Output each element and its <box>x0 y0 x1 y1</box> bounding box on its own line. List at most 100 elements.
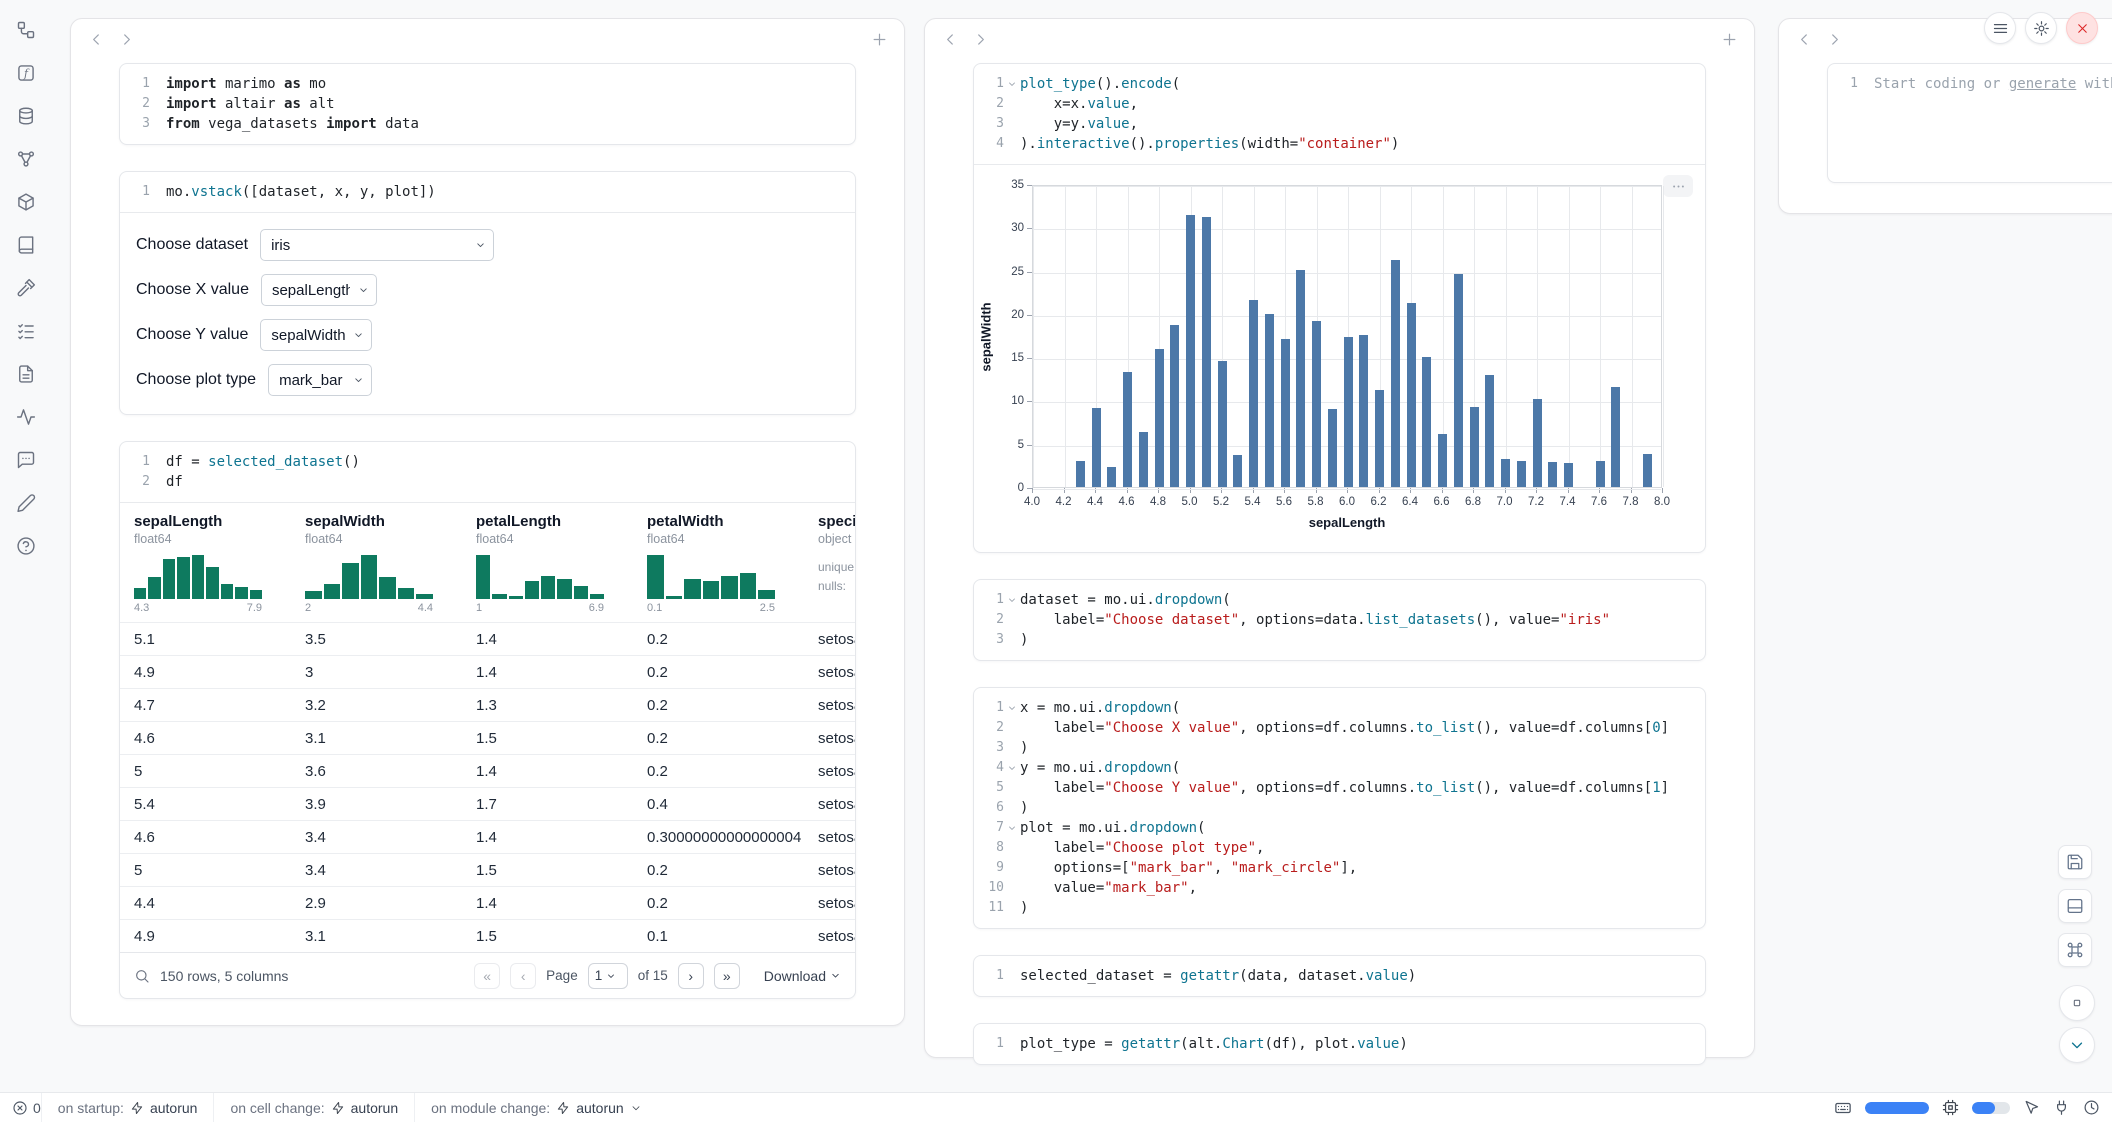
panel-button-checklist[interactable] <box>8 313 44 349</box>
move-column-left-button[interactable] <box>83 26 109 52</box>
keyboard-shortcuts-button[interactable] <box>1834 1099 1852 1117</box>
on-startup-autorun-button[interactable]: on startup: autorun <box>41 1093 214 1122</box>
command-palette-button[interactable] <box>2058 933 2092 967</box>
table-cell: 5.1 <box>134 631 305 648</box>
panel-button-database[interactable] <box>8 98 44 134</box>
column-header[interactable]: sepalWidthfloat6424.4 <box>305 513 476 614</box>
plot-type-select[interactable]: mark_bar <box>268 364 372 396</box>
first-page-button[interactable]: « <box>474 963 500 989</box>
move-column-left-button[interactable] <box>1791 26 1817 52</box>
code-editor[interactable]: 1x = mo.ui.dropdown(2 label="Choose X va… <box>974 688 1705 928</box>
scroll-to-bottom-button[interactable] <box>2059 1027 2095 1063</box>
generate-with-ai-link[interactable]: generate <box>2009 76 2076 92</box>
on-cell-change-autorun-button[interactable]: on cell change: autorun <box>213 1093 414 1122</box>
panel-button-package[interactable] <box>8 184 44 220</box>
table-row[interactable]: 4.42.91.40.2setosa <box>120 886 855 919</box>
y-value-select[interactable]: sepalWidth <box>260 319 372 351</box>
chart-menu-button[interactable] <box>1663 175 1693 197</box>
connection-button[interactable] <box>2053 1099 2070 1116</box>
code-editor[interactable]: 1import marimo as mo2import altair as al… <box>120 64 855 144</box>
panel-button-document[interactable] <box>8 356 44 392</box>
zap-icon <box>130 1101 144 1115</box>
line-number: 2 <box>978 718 1004 738</box>
table-row[interactable]: 4.63.11.50.2setosa <box>120 721 855 754</box>
toggle-panel-button[interactable] <box>2058 889 2092 923</box>
on-module-change-autorun-button[interactable]: on module change: autorun <box>414 1093 658 1122</box>
table-cell: 1.4 <box>476 763 647 780</box>
save-layout-button[interactable] <box>2058 845 2092 879</box>
column-header[interactable]: petalWidthfloat640.12.5 <box>647 513 818 614</box>
errors-button[interactable]: 0 <box>12 1100 41 1116</box>
fold-gutter <box>1004 966 1020 986</box>
move-column-left-button[interactable] <box>937 26 963 52</box>
column-header[interactable]: sepalLengthfloat644.37.9 <box>134 513 305 614</box>
notebook-column-3: 1Start coding or generate with AI <box>1778 18 2112 214</box>
code-editor[interactable]: 1mo.vstack([dataset, x, y, plot]) <box>120 172 855 212</box>
last-page-button[interactable]: » <box>714 963 740 989</box>
histogram-bar <box>574 586 588 599</box>
page-select[interactable]: 1 <box>588 963 628 989</box>
panel-button-tools[interactable] <box>8 270 44 306</box>
table-row[interactable]: 4.931.40.2setosa <box>120 655 855 688</box>
panel-button-workflow[interactable] <box>8 12 44 48</box>
interrupt-button[interactable] <box>2059 985 2095 1021</box>
column-name: petalLength <box>476 513 637 530</box>
table-cell: 3 <box>305 664 476 681</box>
fold-chevron-icon[interactable] <box>1004 758 1020 778</box>
table-row[interactable]: 4.63.41.40.30000000000000004setosa <box>120 820 855 853</box>
table-row[interactable]: 53.61.40.2setosa <box>120 754 855 787</box>
column-header[interactable]: speciesobjectunique:nulls: <box>818 513 855 614</box>
add-cell-button[interactable] <box>866 26 892 52</box>
move-column-right-button[interactable] <box>967 26 993 52</box>
dataset-select[interactable]: iris <box>260 229 494 261</box>
fold-chevron-icon[interactable] <box>1004 818 1020 838</box>
table-row[interactable]: 4.73.21.30.2setosa <box>120 688 855 721</box>
history-button[interactable] <box>2083 1099 2100 1116</box>
fold-chevron-icon[interactable] <box>1004 590 1020 610</box>
line-number: 5 <box>978 778 1004 798</box>
panel-button-chat[interactable] <box>8 442 44 478</box>
on-cell-change-label: on cell change: <box>230 1100 324 1116</box>
histogram-bar <box>235 587 247 599</box>
fold-gutter <box>1004 1034 1020 1054</box>
panel-button-activity[interactable] <box>8 399 44 435</box>
panel-button-graph[interactable] <box>8 141 44 177</box>
table-row[interactable]: 53.41.50.2setosa <box>120 853 855 886</box>
table-search-button[interactable] <box>134 968 150 984</box>
table-cell: 4.9 <box>134 664 305 681</box>
zap-icon <box>331 1101 345 1115</box>
panel-button-pencil[interactable] <box>8 485 44 521</box>
ai-pointer-button[interactable] <box>2023 1099 2040 1116</box>
code-editor[interactable]: 1plot_type().encode(2 x=x.value,3 y=y.va… <box>974 64 1705 164</box>
window-controls <box>1984 12 2098 44</box>
panel-button-book[interactable] <box>8 227 44 263</box>
code-text: plot = mo.ui.dropdown( <box>1020 818 1205 838</box>
table-row[interactable]: 4.93.11.50.1setosa <box>120 919 855 952</box>
code-editor[interactable]: 1df = selected_dataset()2df <box>120 442 855 502</box>
code-editor[interactable]: 1plot_type = getattr(alt.Chart(df), plot… <box>974 1024 1705 1064</box>
cell: 1Start coding or generate with AI <box>1827 63 2112 183</box>
fold-chevron-icon[interactable] <box>1004 74 1020 94</box>
line-number: 9 <box>978 858 1004 878</box>
move-column-right-button[interactable] <box>113 26 139 52</box>
settings-button[interactable] <box>2025 12 2057 44</box>
panel-button-functions[interactable]: f <box>8 55 44 91</box>
code-editor[interactable]: 1dataset = mo.ui.dropdown(2 label="Choos… <box>974 580 1705 660</box>
histogram-bar <box>361 555 378 599</box>
next-page-button[interactable]: › <box>678 963 704 989</box>
x-value-select[interactable]: sepalLength <box>261 274 377 306</box>
add-cell-button[interactable] <box>1716 26 1742 52</box>
panel-button-help[interactable] <box>8 528 44 564</box>
move-column-right-button[interactable] <box>1821 26 1847 52</box>
notebook-menu-button[interactable] <box>1984 12 2016 44</box>
table-row[interactable]: 5.13.51.40.2setosa <box>120 622 855 655</box>
column-header[interactable]: petalLengthfloat6416.9 <box>476 513 647 614</box>
fold-chevron-icon[interactable] <box>1004 698 1020 718</box>
download-button[interactable]: Download <box>764 968 841 984</box>
code-editor[interactable]: 1Start coding or generate with AI <box>1828 64 2112 104</box>
fold-gutter <box>1004 114 1020 134</box>
prev-page-button[interactable]: ‹ <box>510 963 536 989</box>
shutdown-button[interactable] <box>2066 12 2098 44</box>
table-row[interactable]: 5.43.91.70.4setosa <box>120 787 855 820</box>
code-editor[interactable]: 1selected_dataset = getattr(data, datase… <box>974 956 1705 996</box>
